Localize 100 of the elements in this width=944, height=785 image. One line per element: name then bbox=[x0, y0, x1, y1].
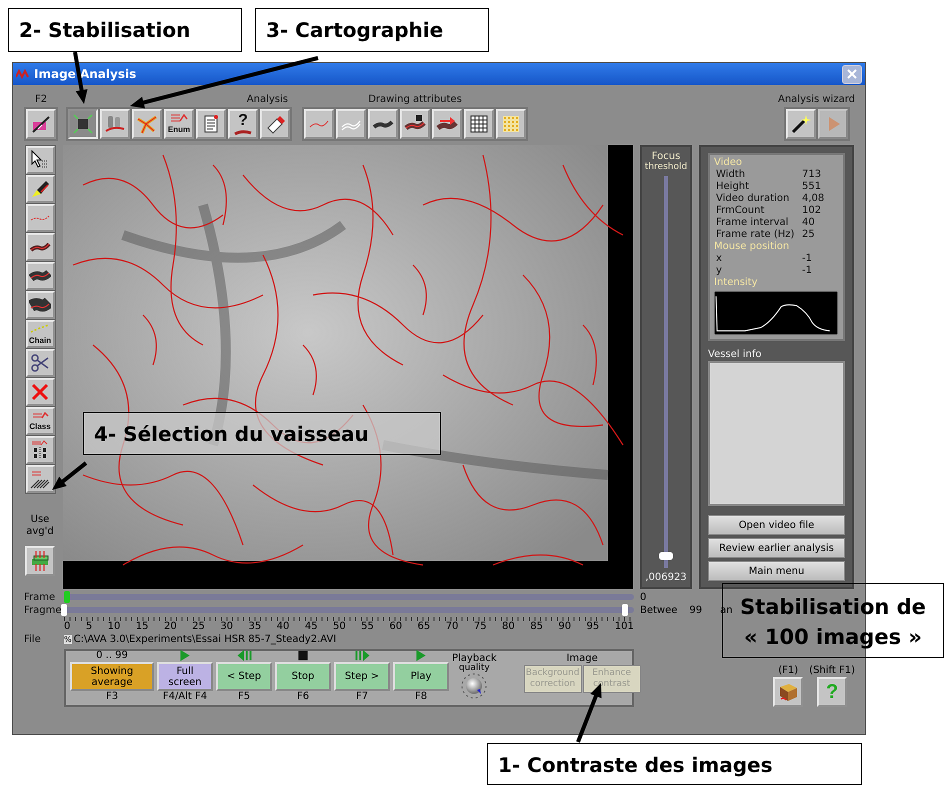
tool-button[interactable]: Class bbox=[26, 407, 54, 435]
info-value: 713 bbox=[802, 169, 822, 181]
tool-button[interactable] bbox=[26, 465, 54, 493]
tool-button[interactable] bbox=[26, 291, 54, 319]
help-book-icon bbox=[777, 681, 800, 703]
playback-button[interactable]: < Step bbox=[216, 662, 272, 691]
playback-button[interactable]: Play bbox=[393, 662, 449, 691]
info-value: 40 bbox=[802, 217, 816, 229]
scale-label: 50 bbox=[333, 621, 346, 633]
close-icon bbox=[846, 68, 858, 80]
info-value: -1 bbox=[802, 265, 813, 277]
slider-thumb[interactable] bbox=[659, 552, 673, 560]
info-label: FrmCount bbox=[716, 205, 766, 217]
thin-line-icon bbox=[30, 215, 50, 221]
playback-button[interactable]: Step > bbox=[334, 662, 390, 691]
wizard-button[interactable] bbox=[786, 109, 816, 139]
tool-button[interactable] bbox=[26, 175, 54, 203]
scale-label: 45 bbox=[304, 621, 318, 633]
annotation-callout: 4- Sélection du vaisseau bbox=[83, 412, 441, 455]
tool-button[interactable] bbox=[26, 146, 54, 174]
wave-icon bbox=[16, 69, 30, 79]
range-label: Betwee bbox=[640, 604, 678, 616]
branch-icon bbox=[136, 113, 158, 135]
slider-thumb[interactable] bbox=[61, 604, 67, 616]
shortcut-label: F7 bbox=[356, 691, 368, 703]
quality-label: Playback bbox=[452, 653, 497, 664]
info-value: -1 bbox=[802, 253, 813, 265]
pen-nib-icon bbox=[29, 178, 51, 200]
scale-label: 20 bbox=[164, 621, 177, 633]
file-path: C:\AVA 3.0\Experiments\Essai HSR 85-7_Steady2.AVI bbox=[74, 634, 336, 645]
window-title: Image Analysis bbox=[34, 67, 138, 81]
grid-icon bbox=[468, 113, 490, 135]
info-value: 25 bbox=[802, 229, 816, 241]
vessel-info-label: Vessel info bbox=[708, 349, 763, 361]
shortcut-label: F5 bbox=[238, 691, 250, 703]
info-value: 551 bbox=[802, 181, 822, 193]
slider-thumb[interactable] bbox=[64, 591, 70, 603]
focus-slider[interactable] bbox=[659, 176, 673, 568]
scale-label: 30 bbox=[220, 621, 234, 633]
shortcut-label: (Shift F1) bbox=[809, 665, 855, 677]
scissors-icon bbox=[29, 352, 51, 374]
tool-button[interactable] bbox=[26, 349, 54, 377]
toolbar-group-label: F2 bbox=[34, 94, 48, 106]
tool-button[interactable] bbox=[400, 109, 430, 139]
magic-wand-icon bbox=[790, 113, 812, 135]
annotation-arrow bbox=[52, 461, 88, 490]
tool-button[interactable] bbox=[26, 436, 54, 464]
frame-slider[interactable] bbox=[64, 591, 634, 603]
vessel-list-icon bbox=[170, 114, 188, 122]
tool-button[interactable]: ? bbox=[228, 109, 258, 139]
step-forward-icon bbox=[354, 649, 370, 662]
menu-button[interactable]: Main menu bbox=[708, 561, 845, 581]
scale-label: 25 bbox=[192, 621, 205, 633]
dotted-pattern-icon bbox=[500, 113, 522, 135]
scale-label: 55 bbox=[361, 621, 374, 633]
thin-line-icon bbox=[309, 120, 329, 128]
info-label: Height bbox=[716, 181, 750, 193]
menu-button[interactable]: Open video file bbox=[708, 515, 845, 535]
tool-button[interactable] bbox=[26, 233, 54, 261]
tool-button[interactable] bbox=[26, 262, 54, 290]
tool-button[interactable] bbox=[196, 109, 226, 139]
class-marks-icon bbox=[32, 412, 48, 418]
annotation-callout: 2- Stabilisation bbox=[8, 8, 242, 52]
stacked-frames-icon bbox=[29, 550, 51, 572]
toolbar-group-label: Analysis wizard bbox=[778, 94, 855, 106]
annotation-callout: 3- Cartographie bbox=[255, 8, 489, 52]
slider-label: Frame bbox=[24, 592, 56, 602]
playback-button[interactable]: Full screen bbox=[157, 662, 213, 691]
help-button[interactable] bbox=[773, 677, 804, 707]
section-heading: Intensity bbox=[714, 277, 759, 289]
slider-thumb[interactable] bbox=[622, 604, 628, 616]
playback-button[interactable]: Stop bbox=[275, 662, 331, 691]
tool-button[interactable]: Chain bbox=[26, 320, 54, 348]
tool-button[interactable] bbox=[432, 109, 462, 139]
shortcut-label: F3 bbox=[106, 691, 118, 703]
annotation-callout: 1- Contraste des images bbox=[487, 743, 862, 785]
tool-button[interactable] bbox=[464, 109, 494, 139]
tool-button[interactable] bbox=[68, 109, 98, 139]
tool-button[interactable] bbox=[260, 109, 290, 139]
use-average-button[interactable] bbox=[25, 546, 55, 576]
scale-label: 85 bbox=[530, 621, 543, 633]
vessel-curve-icon bbox=[234, 128, 252, 136]
menu-button[interactable]: Review earlier analysis bbox=[708, 538, 845, 558]
tool-button[interactable]: Enum bbox=[164, 109, 194, 139]
dashed-line-icon bbox=[30, 324, 50, 332]
frame-range: 0 .. 99 bbox=[96, 649, 128, 662]
tool-button[interactable] bbox=[368, 109, 398, 139]
scale-label: 90 bbox=[558, 621, 572, 633]
quality-knob[interactable] bbox=[461, 673, 488, 699]
fragment-slider[interactable] bbox=[64, 604, 634, 616]
playback-button[interactable]: Showing average bbox=[70, 662, 154, 691]
chip-icon bbox=[72, 113, 94, 135]
scale-label: 80 bbox=[502, 621, 515, 633]
focus-value: ,006923 bbox=[645, 572, 687, 583]
scale-label: 60 bbox=[389, 621, 402, 633]
quality-sublabel: quality bbox=[458, 664, 490, 673]
info-label: Frame rate (Hz) bbox=[716, 229, 796, 241]
tool-button[interactable] bbox=[26, 109, 56, 139]
cross-icon bbox=[29, 381, 51, 403]
close-button[interactable] bbox=[842, 64, 862, 84]
